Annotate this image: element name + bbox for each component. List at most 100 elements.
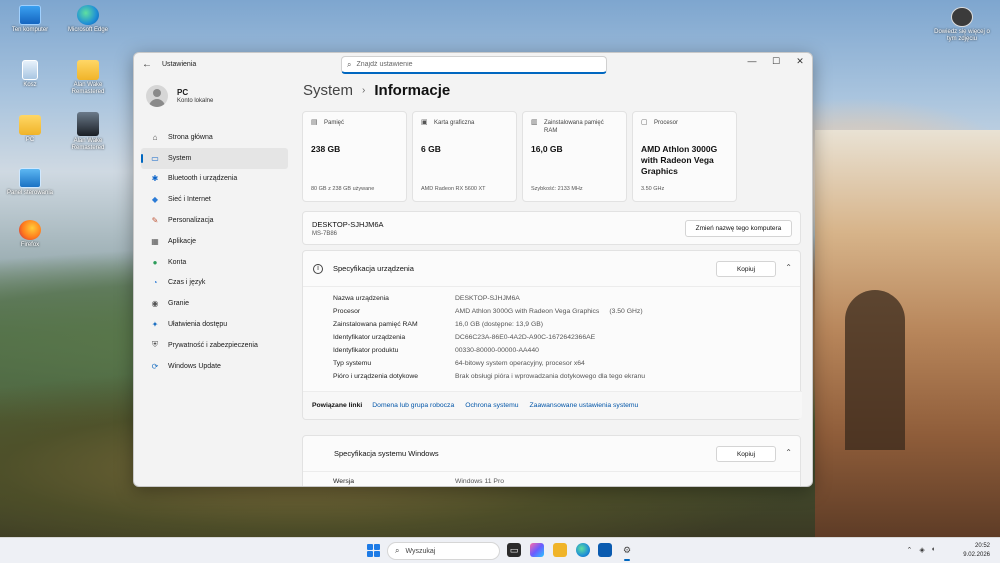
monitor-icon: ▭ [151,153,159,163]
sidebar-item-konta[interactable]: ● Konta [141,252,288,273]
card-header: ▤ Pamięć [311,119,398,127]
desktop-icon-alan-wake-game[interactable]: Alan Wake Remastered [58,112,118,152]
sidebar-item-label: Strona główna [168,133,213,141]
maximize-button[interactable]: ☐ [764,53,788,69]
clock-time: 20:52 [974,543,990,549]
file-explorer-icon[interactable] [553,543,567,557]
card-value: 16,0 GB [531,144,563,154]
camera-icon [951,7,973,27]
sidebar-item-system[interactable]: ▭ System [141,147,288,169]
desktop-icon-edge[interactable]: Microsoft Edge [58,5,118,34]
user-profile[interactable]: PC Konto lokalne [146,85,213,107]
sidebar-item-strona-g-wna[interactable]: ⌂ Strona główna [141,127,288,148]
sidebar-item-prywatno-i-zabezpieczenia[interactable]: ⛨ Prywatność i zabezpieczenia [141,335,288,356]
settings-window: ← Ustawienia — ☐ ✕ ⌕ PC Konto lokalne ⌂ S… [133,52,813,487]
settings-search[interactable]: ⌕ [341,56,607,74]
card-value: 6 GB [421,144,441,154]
spec-card: ▥ Zainstalowana pamięć RAM 16,0 GB Szybkość… [522,111,627,202]
start-button[interactable] [367,544,380,557]
main-content: System › Informacje ▤ Pamięć 238 GB 80 GB z… [302,75,807,486]
copy-windows-spec-button[interactable]: Kopiuj [716,446,776,462]
spec-row: Pióro i urządzenia dotykowe Brak obsługi … [333,370,800,383]
window-controls: — ☐ ✕ [740,53,812,69]
gaming-icon: ◉ [151,299,159,309]
speaker-icon[interactable]: ◐ [932,546,936,554]
taskbar-search[interactable]: ⌕ Wyszukaj [387,542,500,560]
sidebar-item-sie-i-internet[interactable]: ◆ Sieć i Internet [141,189,288,210]
copy-device-spec-button[interactable]: Kopiuj [716,261,776,277]
desktop-icon-this-pc[interactable]: Ten komputer [0,5,60,34]
firefox-icon [19,220,41,240]
sidebar-item-label: Windows Update [168,362,221,370]
search-input[interactable] [356,61,587,68]
network-icon[interactable]: ◈ [919,546,924,554]
cpu-icon: ▢ [641,119,648,126]
link-domain-workgroup[interactable]: Domena lub grupa robocza [372,402,454,409]
accounts-icon: ● [152,257,158,267]
sidebar: PC Konto lokalne ⌂ Strona główna ▭ System ✱ B… [134,75,294,486]
related-links: Powiązane linki Domena lub grupa robocza… [303,391,802,419]
sidebar-item-personalizacja[interactable]: ✎ Personalizacja [141,210,288,231]
spec-cards: ▤ Pamięć 238 GB 80 GB z 238 GB używane ▣ Kart… [302,111,737,202]
task-view-icon[interactable]: ▭ [507,543,521,557]
device-spec-header[interactable]: i Specyfikacja urządzenia Kopiuj ⌃ [303,251,800,287]
windows-spec-title: Specyfikacja systemu Windows [334,449,439,458]
sidebar-item-windows-update[interactable]: ⟳ Windows Update [141,356,288,377]
rename-pc-button[interactable]: Zmień nazwę tego komputera [685,220,792,237]
copilot-icon[interactable] [530,543,544,557]
device-name-bar: DESKTOP-SJHJM6A MS-7B86 Zmień nazwę tego… [302,211,801,245]
windows-spec-section: Specyfikacja systemu Windows Kopiuj ⌃ We… [302,435,801,486]
spec-value: Windows 11 Pro [455,478,504,485]
desktop-icon-recycle-bin[interactable]: Kosz [0,60,60,89]
clock[interactable]: 20:52 9.02.2026 [963,542,990,560]
chevron-up-icon[interactable]: ⌃ [907,546,913,554]
edge-icon[interactable] [576,543,590,557]
desktop-icon-control-panel[interactable]: Panel sterowania [0,168,60,197]
desktop-icon-pc-folder[interactable]: PC [0,115,60,144]
spec-key: Zainstalowana pamięć RAM [333,321,418,328]
control-panel-icon [19,168,41,188]
user-name: PC [177,88,189,97]
sidebar-item-label: Aplikacje [168,237,197,245]
card-title: Procesor [654,120,679,126]
card-subtitle: 3.50 GHz [641,186,665,192]
link-advanced-system-settings[interactable]: Zaawansowane ustawienia systemu [530,402,639,409]
spec-key: Pióro i urządzenia dotykowe [333,373,419,380]
close-button[interactable]: ✕ [788,53,812,69]
windows-spec-header[interactable]: Specyfikacja systemu Windows Kopiuj ⌃ [303,436,800,472]
minimize-button[interactable]: — [740,53,764,69]
settings-gear-icon[interactable]: ⚙ [620,543,634,561]
desktop-icon-learn-about-picture[interactable]: Dowiedz się więcej o tym zdjęciu [932,7,992,43]
chevron-up-icon[interactable]: ⌃ [785,263,792,272]
sidebar-item-label: Personalizacja [168,217,214,225]
sidebar-item-bluetooth-i-urz-dzenia[interactable]: ✱ Bluetooth i urządzenia [141,169,288,190]
arrow-left-icon: ← [142,58,152,70]
spec-row: Identyfikator produktu 00330-80000-00000-… [333,344,800,357]
nav-list: ⌂ Strona główna ▭ System ✱ Bluetooth i urządz… [141,127,288,377]
taskbar: ⌕ Wyszukaj ▭ ⚙ ⌃ ◈ ◐ 20:52 9.02.2026 [0,537,1000,563]
folder-icon [77,60,99,80]
card-title: Zainstalowana pamięć RAM [544,120,604,134]
clock-date: 9.02.2026 [963,552,990,558]
minimize-icon: — [747,56,757,66]
breadcrumb-parent[interactable]: System [303,82,353,99]
spec-card: ▣ Karta graficzna 6 GB AMD Radeon RX 5600 X… [412,111,517,202]
sidebar-item-granie[interactable]: ◉ Granie [141,293,288,314]
spec-key: Wersja [333,478,355,485]
link-system-protection[interactable]: Ochrona systemu [465,402,518,409]
desktop-icon-alan-wake-folder[interactable]: Alan Wake Remastered [58,60,118,96]
windows-logo-icon [367,544,373,550]
chevron-up-icon[interactable]: ⌃ [785,448,792,457]
sidebar-item-u-atwienia-dost-pu[interactable]: ✦ Ułatwienia dostępu [141,314,288,335]
related-links-label: Powiązane linki [312,402,363,409]
back-button[interactable]: ← [136,53,158,75]
card-title: Pamięć [324,120,345,126]
gpu-icon: ▣ [421,119,428,126]
desktop-icon-firefox[interactable]: Firefox [0,220,60,249]
store-icon[interactable] [598,543,612,557]
card-header: ▢ Procesor [641,119,728,127]
spec-row: Typ systemu 64-bitowy system operacyjny, … [333,357,800,370]
sidebar-item-czas-i-j-zyk[interactable]: ◔ Czas i język [141,273,288,294]
spec-value: DC66C23A-86E0-4A2D-A90C-1672642366AE [455,334,596,341]
sidebar-item-aplikacje[interactable]: ▦ Aplikacje [141,231,288,252]
